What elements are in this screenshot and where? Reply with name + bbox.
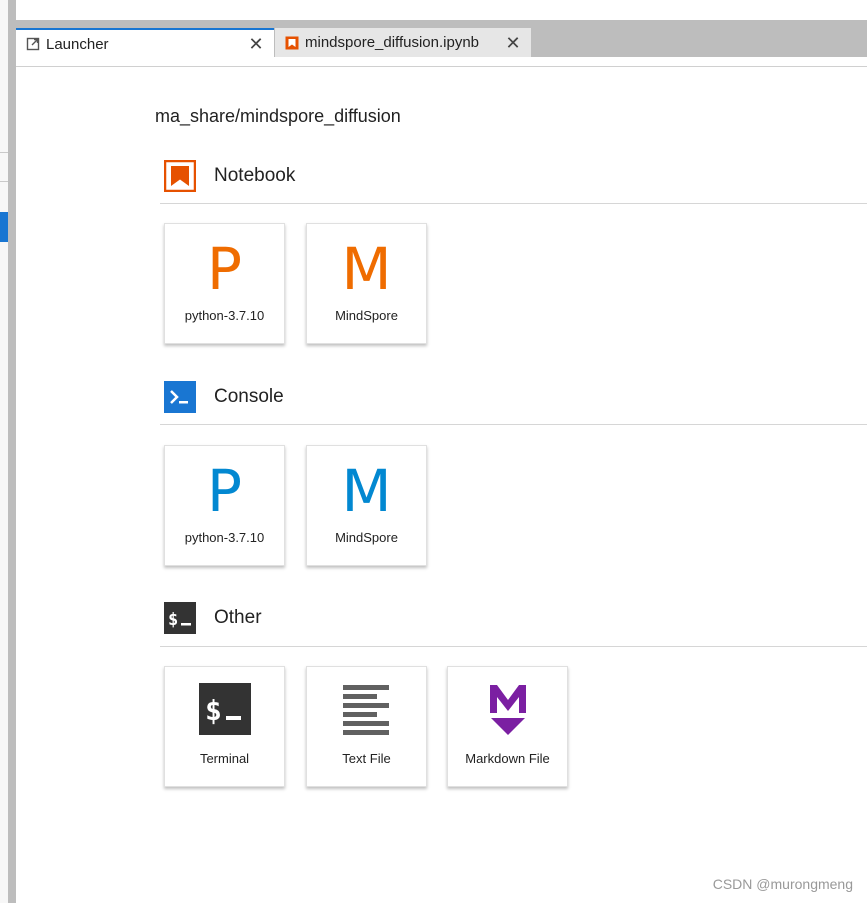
- section-other: $ Other: [164, 602, 262, 634]
- kernel-logo-letter: M: [341, 235, 392, 303]
- section-title: Notebook: [214, 165, 296, 186]
- left-sidebar: [0, 0, 8, 903]
- tab-launcher[interactable]: Launcher ✕: [16, 28, 274, 58]
- launcher-window: Launcher ✕ mindspore_diffusion.ipynb ✕ m…: [0, 0, 867, 903]
- markdown-icon: [482, 683, 534, 735]
- launcher-icon: [26, 37, 40, 51]
- kernel-logo-letter: P: [207, 235, 242, 303]
- markdown-file-card[interactable]: Markdown File: [447, 666, 568, 787]
- section-divider: [160, 203, 867, 204]
- card-label: python-3.7.10: [184, 308, 265, 323]
- card-label: python-3.7.10: [184, 530, 265, 545]
- notebook-mindspore-card[interactable]: M MindSpore: [306, 223, 427, 344]
- text-file-card[interactable]: Text File: [306, 666, 427, 787]
- card-label: MindSpore: [335, 530, 398, 545]
- terminal-card[interactable]: $ Terminal: [164, 666, 285, 787]
- notebook-section-icon: [163, 159, 197, 193]
- kernel-logo-letter: P: [207, 457, 242, 525]
- sidebar-resize-handle[interactable]: [8, 0, 16, 903]
- close-icon[interactable]: ✕: [505, 34, 521, 52]
- notebook-icon: [285, 36, 299, 50]
- sidebar-divider: [0, 181, 8, 182]
- tab-bar-divider: [16, 66, 867, 67]
- section-title: Other: [214, 607, 262, 628]
- svg-text:$: $: [168, 610, 178, 630]
- current-path: ma_share/mindspore_diffusion: [155, 106, 401, 126]
- section-console: Console: [164, 381, 284, 413]
- watermark: CSDN @murongmeng: [712, 876, 853, 892]
- tab-notebook-file[interactable]: mindspore_diffusion.ipynb ✕: [275, 28, 531, 57]
- card-label: MindSpore: [335, 308, 398, 323]
- svg-text:$: $: [205, 694, 222, 727]
- card-label: Text File: [342, 751, 391, 766]
- close-icon[interactable]: ✕: [248, 35, 264, 53]
- sidebar-active-indicator[interactable]: [0, 212, 8, 242]
- console-mindspore-card[interactable]: M MindSpore: [306, 445, 427, 566]
- console-python-card[interactable]: P python-3.7.10: [164, 445, 285, 566]
- section-divider: [160, 424, 867, 425]
- section-title: Console: [214, 386, 284, 407]
- card-label: Terminal: [199, 751, 250, 766]
- terminal-section-icon: $: [164, 602, 196, 634]
- tab-bar: Launcher ✕ mindspore_diffusion.ipynb ✕: [16, 20, 867, 58]
- kernel-logo-letter: M: [341, 457, 392, 525]
- sidebar-divider: [0, 152, 8, 153]
- top-blank: [16, 0, 867, 20]
- terminal-icon: $: [199, 683, 251, 735]
- tab-label: Launcher: [46, 35, 109, 53]
- console-section-icon: [164, 381, 196, 413]
- text-file-icon: [341, 683, 393, 735]
- card-label: Markdown File: [465, 751, 550, 766]
- section-notebook: Notebook: [163, 159, 296, 193]
- section-divider: [160, 646, 867, 647]
- tab-label: mindspore_diffusion.ipynb: [305, 34, 480, 51]
- notebook-python-card[interactable]: P python-3.7.10: [164, 223, 285, 344]
